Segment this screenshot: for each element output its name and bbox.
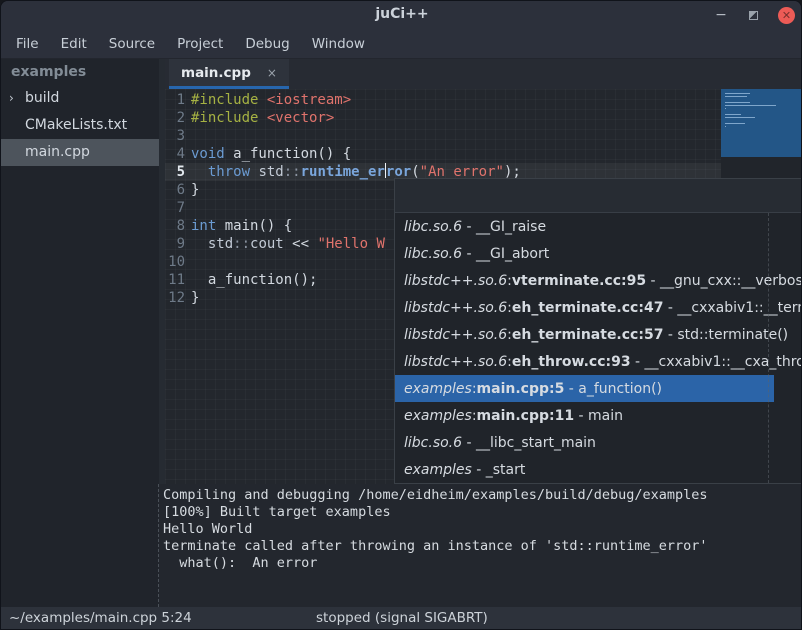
output-line: Compiling and debugging /home/eidheim/ex… — [163, 487, 802, 504]
line-number: 7 — [165, 199, 191, 217]
status-file-location: ~/examples/main.cpp 5:24 — [9, 610, 192, 626]
tabbar: main.cpp × — [165, 59, 802, 89]
line-number: 2 — [165, 109, 191, 127]
line-number: 1 — [165, 91, 191, 109]
tree-item-cmakelists-txt[interactable]: CMakeLists.txt — [1, 112, 159, 139]
tree-item-build[interactable]: ›build — [1, 85, 159, 112]
line-number: 3 — [165, 127, 191, 145]
backtrace-row-5[interactable]: libstdc++.so.6:eh_terminate.cc:57 - std:… — [395, 321, 802, 348]
line-number: 9 — [165, 235, 191, 253]
minimize-button[interactable]: − — [713, 7, 729, 23]
backtrace-row-6[interactable]: libstdc++.so.6:eh_throw.cc:93 - __cxxabi… — [395, 348, 802, 375]
menu-file[interactable]: File — [5, 32, 50, 56]
window-controls: − ✕ — [713, 1, 795, 29]
backtrace-row-4[interactable]: libstdc++.so.6:eh_terminate.cc:47 - __cx… — [395, 294, 802, 321]
menubar: FileEditSourceProjectDebugWindow — [1, 29, 802, 59]
tab-main-cpp[interactable]: main.cpp × — [169, 59, 289, 89]
line-number: 5 — [165, 163, 191, 181]
minimap[interactable] — [721, 89, 801, 157]
line-number: 10 — [165, 253, 191, 271]
popup-search-input[interactable] — [395, 179, 802, 213]
file-tree-sidebar: examples ›buildCMakeLists.txtmain.cpp — [1, 59, 159, 607]
output-line: what(): An error — [163, 555, 802, 572]
menu-window[interactable]: Window — [301, 32, 376, 56]
line-number: 4 — [165, 145, 191, 163]
backtrace-row-3[interactable]: libstdc++.so.6:vterminate.cc:95 - __gnu_… — [395, 267, 802, 294]
line-number: 6 — [165, 181, 191, 199]
popup-guide-line — [768, 213, 769, 483]
backtrace-list: libc.so.6 - __GI_raiselibc.so.6 - __GI_a… — [395, 213, 802, 483]
code-line-4[interactable]: 4void a_function() { — [165, 145, 721, 163]
backtrace-row-2[interactable]: libc.so.6 - __GI_abort — [395, 240, 802, 267]
chevron-right-icon[interactable]: › — [9, 85, 14, 112]
backtrace-popup: libc.so.6 - __GI_raiselibc.so.6 - __GI_a… — [394, 178, 802, 484]
titlebar[interactable]: juCi++ − ✕ — [1, 1, 802, 29]
menu-project[interactable]: Project — [166, 32, 234, 56]
output-terminal[interactable]: Compiling and debugging /home/eidheim/ex… — [158, 484, 802, 607]
juci-window: juCi++ − ✕ FileEditSourceProjectDebugWin… — [0, 0, 802, 630]
backtrace-row-1[interactable]: libc.so.6 - __GI_raise — [395, 213, 802, 240]
restore-icon[interactable] — [749, 11, 758, 20]
backtrace-row-9[interactable]: libc.so.6 - __libc_start_main — [395, 429, 802, 456]
window-title: juCi++ — [1, 6, 802, 22]
menu-edit[interactable]: Edit — [50, 32, 98, 56]
tree-item-main-cpp[interactable]: main.cpp — [1, 139, 159, 166]
line-number: 12 — [165, 289, 191, 307]
project-name-header: examples — [1, 59, 159, 85]
line-number: 11 — [165, 271, 191, 289]
backtrace-row-8[interactable]: examples:main.cpp:11 - main — [395, 402, 802, 429]
close-button[interactable]: ✕ — [778, 7, 795, 24]
menu-debug[interactable]: Debug — [234, 32, 300, 56]
code-line-2[interactable]: 2#include <vector> — [165, 109, 721, 127]
line-number: 8 — [165, 217, 191, 235]
backtrace-row-10[interactable]: examples - _start — [395, 456, 802, 483]
backtrace-row-7[interactable]: examples:main.cpp:5 - a_function() — [395, 375, 802, 402]
status-debug-state: stopped (signal SIGABRT) — [316, 610, 488, 626]
menu-source[interactable]: Source — [98, 32, 166, 56]
output-line: terminate called after throwing an insta… — [163, 538, 802, 555]
tab-close-icon[interactable]: × — [267, 66, 277, 80]
output-line: [100%] Built target examples — [163, 504, 802, 521]
output-line: Hello World — [163, 521, 802, 538]
code-line-3[interactable]: 3 — [165, 127, 721, 145]
tab-label: main.cpp — [181, 65, 251, 81]
statusbar: ~/examples/main.cpp 5:24 stopped (signal… — [1, 607, 802, 630]
code-line-1[interactable]: 1#include <iostream> — [165, 91, 721, 109]
